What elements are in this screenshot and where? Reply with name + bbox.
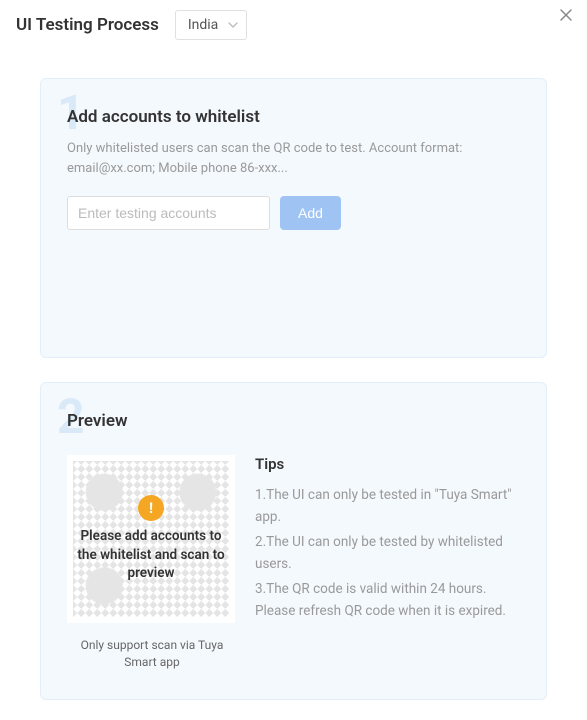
testing-accounts-input[interactable] xyxy=(67,196,270,230)
modal-title: UI Testing Process xyxy=(16,15,159,35)
preview-panel: 2 Preview ! Please add accounts to the w… xyxy=(40,382,547,700)
tips-side: Tips 1.The UI can only be tested in "Tuy… xyxy=(255,455,520,671)
tip-item: 1.The UI can only be tested in "Tuya Sma… xyxy=(255,485,520,528)
modal-content: 1 Add accounts to whitelist Only whiteli… xyxy=(0,78,587,700)
qr-caption: Only support scan via Tuya Smart app xyxy=(67,637,237,671)
region-select-value: India xyxy=(188,17,218,33)
modal-header: UI Testing Process India xyxy=(0,0,587,54)
tip-item: 2.The UI can only be tested by whitelist… xyxy=(255,532,520,575)
alert-icon: ! xyxy=(138,495,164,521)
region-select[interactable]: India xyxy=(175,10,247,40)
qr-overlay-text: Please add accounts to the whitelist and… xyxy=(75,527,227,584)
preview-body: ! Please add accounts to the whitelist a… xyxy=(67,455,520,671)
close-button[interactable] xyxy=(559,8,573,26)
qr-side: ! Please add accounts to the whitelist a… xyxy=(67,455,237,671)
preview-title: Preview xyxy=(67,411,520,431)
add-button[interactable]: Add xyxy=(280,196,341,230)
chevron-down-icon xyxy=(228,20,238,30)
tips-title: Tips xyxy=(255,455,520,473)
tip-item: 3.The QR code is valid within 24 hours. … xyxy=(255,579,520,622)
close-icon xyxy=(559,6,573,27)
whitelist-panel: 1 Add accounts to whitelist Only whiteli… xyxy=(40,78,547,358)
whitelist-input-row: Add xyxy=(67,196,520,230)
whitelist-description: Only whitelisted users can scan the QR c… xyxy=(67,139,520,178)
whitelist-title: Add accounts to whitelist xyxy=(67,107,520,127)
qr-code-placeholder: ! Please add accounts to the whitelist a… xyxy=(67,455,235,623)
